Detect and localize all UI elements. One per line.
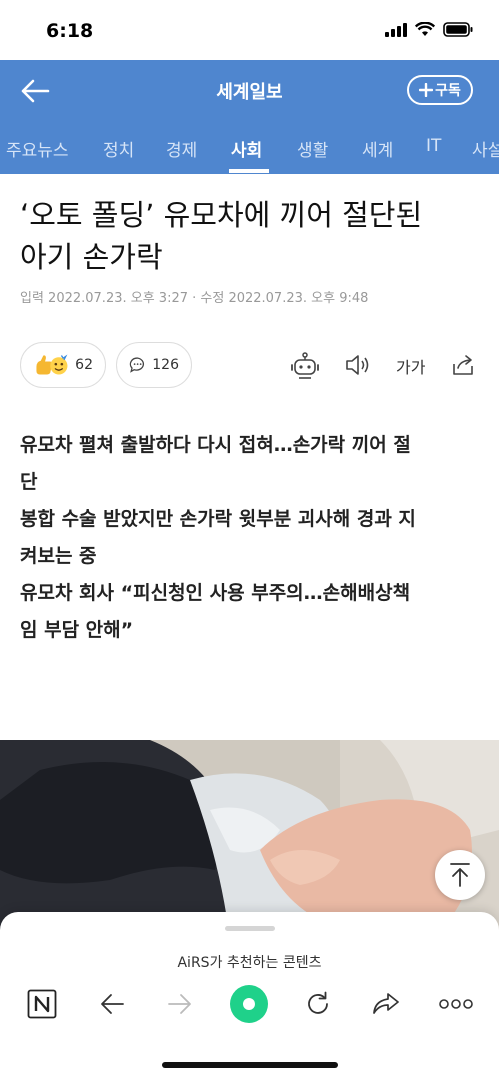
arrow-right-icon	[168, 994, 191, 1014]
speaker-icon	[346, 355, 369, 375]
more-dots-icon	[439, 999, 473, 1009]
font-size-label: 가가	[396, 358, 426, 377]
subscribe-button[interactable]: 구독	[407, 75, 473, 105]
browser-navbar	[0, 984, 499, 1034]
tab-editorial[interactable]: 사설	[472, 136, 499, 161]
tab-living[interactable]: 생활	[297, 136, 328, 161]
summary-line: 단	[20, 471, 38, 493]
bottom-sheet: AiRS가 추천하는 콘텐츠	[0, 912, 499, 1080]
tts-robot-button[interactable]	[290, 352, 320, 384]
wifi-icon	[415, 22, 435, 36]
tab-society[interactable]: 사회	[231, 136, 262, 161]
signal-icon	[385, 22, 407, 37]
summary-line: 유모차 펼쳐 출발하다 다시 접혀…손가락 끼어 절	[20, 434, 411, 456]
status-time: 6:18	[46, 20, 94, 42]
home-indicator	[162, 1062, 338, 1068]
photo-illustration	[0, 740, 499, 940]
refresh-button[interactable]	[298, 984, 338, 1024]
comment-count: 126	[152, 357, 179, 373]
reaction-count: 62	[75, 357, 93, 373]
article-headline: ‘오토 폴딩’ 유모차에 끼어 절단된 아기 손가락	[20, 194, 480, 278]
summary-line: 유모차 회사 “피신청인 사용 부주의…손해배상책	[20, 582, 411, 604]
article-timestamp: 입력 2022.07.23. 오후 3:27 · 수정 2022.07.23. …	[20, 291, 369, 306]
tab-world[interactable]: 세계	[362, 136, 393, 161]
share-arrow-icon	[373, 993, 399, 1014]
browser-back-button[interactable]	[92, 984, 132, 1024]
share-icon	[453, 355, 473, 375]
battery-icon	[443, 22, 473, 37]
article-photo	[0, 740, 499, 940]
status-icons	[385, 22, 473, 37]
subscribe-label: 구독	[435, 83, 461, 99]
font-size-button[interactable]: 가가	[396, 354, 425, 378]
refresh-icon	[308, 991, 328, 1014]
robot-icon	[291, 352, 319, 379]
naver-n-icon	[27, 989, 57, 1019]
app-header: 세계일보 구독	[0, 60, 499, 122]
headline-line: ‘오토 폴딩’ 유모차에 끼어 절단된	[20, 198, 423, 232]
speaker-button[interactable]	[344, 352, 372, 382]
scroll-to-top-button[interactable]	[435, 850, 485, 900]
status-bar: 6:18	[0, 0, 499, 60]
browser-forward-button[interactable]	[160, 984, 200, 1024]
headline-line: 아기 손가락	[20, 240, 163, 274]
reaction-toolbar: 62 126 가가	[20, 342, 480, 390]
tab-it[interactable]: IT	[426, 136, 441, 156]
reaction-button[interactable]: 62	[20, 342, 106, 388]
green-dot-icon	[230, 985, 268, 1023]
more-options-button[interactable]	[436, 984, 476, 1024]
summary-line: 봉합 수술 받았지만 손가락 윗부분 괴사해 경과 지	[20, 508, 416, 530]
green-dot-button[interactable]	[226, 981, 272, 1027]
arrow-up-icon	[450, 863, 470, 887]
reaction-emoji-icon	[36, 354, 68, 375]
plus-icon	[419, 83, 434, 97]
summary-line: 임 부담 안해”	[20, 619, 134, 641]
naver-home-button[interactable]	[22, 984, 62, 1024]
tab-politics[interactable]: 정치	[103, 136, 134, 161]
category-tabs: 주요뉴스 정치 경제 사회 생활 세계 IT 사설	[0, 122, 499, 174]
arrow-left-icon	[101, 994, 124, 1014]
share-button[interactable]	[450, 352, 476, 382]
tab-main-news[interactable]: 주요뉴스	[6, 136, 69, 161]
comment-icon	[129, 357, 145, 373]
tab-economy[interactable]: 경제	[166, 136, 197, 161]
active-tab-indicator	[229, 169, 269, 173]
comment-button[interactable]: 126	[116, 342, 192, 388]
article-summary: 유모차 펼쳐 출발하다 다시 접혀…손가락 끼어 절 단 봉합 수술 받았지만 …	[20, 427, 480, 649]
summary-line: 켜보는 중	[20, 545, 97, 567]
browser-share-button[interactable]	[366, 984, 406, 1024]
recommendation-title[interactable]: AiRS가 추천하는 콘텐츠	[0, 952, 499, 972]
sheet-drag-handle[interactable]	[225, 926, 275, 931]
